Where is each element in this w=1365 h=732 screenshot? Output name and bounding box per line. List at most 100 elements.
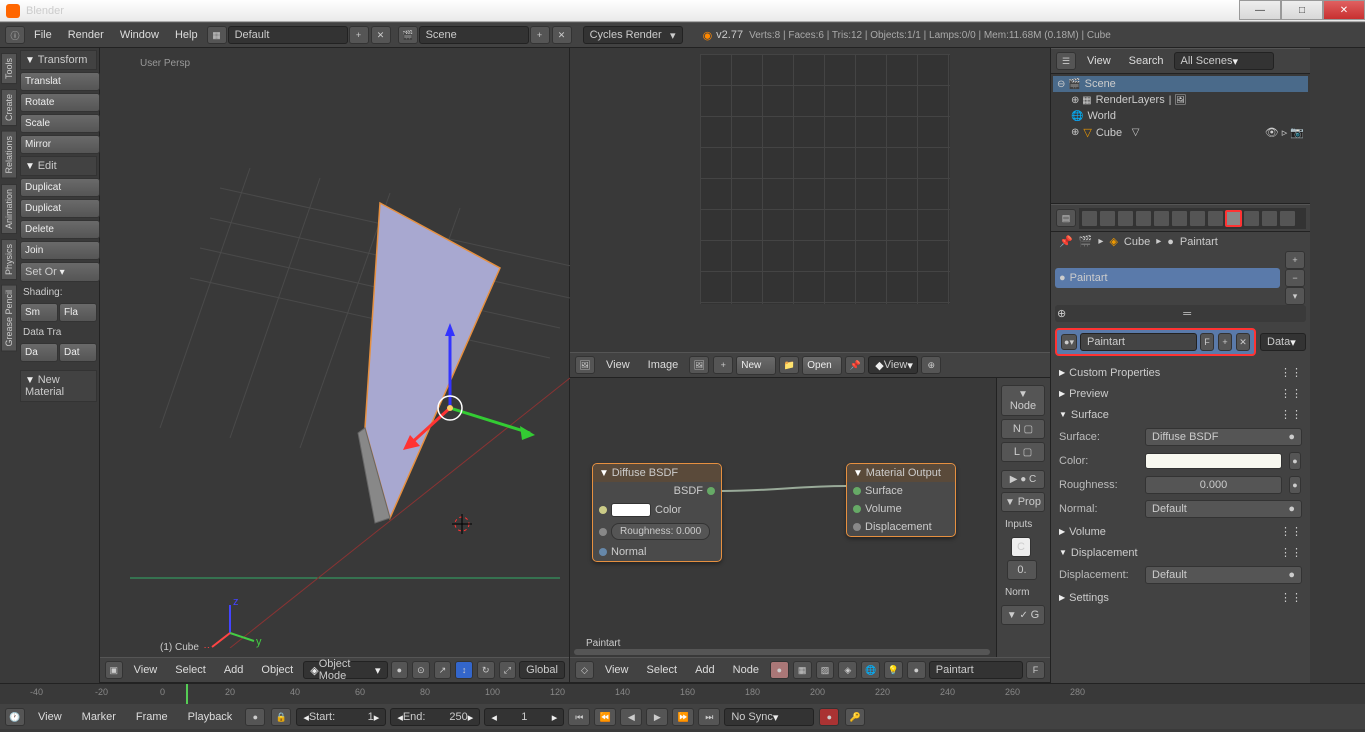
surface-socket-icon[interactable] — [853, 487, 861, 495]
texture-tree-icon[interactable]: ▨ — [816, 661, 835, 679]
sync-mode-selector[interactable]: No Sync ▾ — [724, 708, 814, 726]
editor-type-icon[interactable]: ⓘ — [5, 26, 25, 44]
shade-smooth-button[interactable]: Sm — [20, 303, 58, 322]
editor-type-outliner-icon[interactable]: ☰ — [1056, 52, 1076, 70]
world-data-icon[interactable]: 🌐 — [861, 661, 880, 679]
outliner-scene-row[interactable]: ⊖ 🎬 Scene — [1053, 76, 1308, 92]
transform-header[interactable]: ▼ Transform — [20, 50, 97, 70]
compositor-tree-icon[interactable]: ▦ — [793, 661, 812, 679]
image-new-icon[interactable]: + — [713, 356, 733, 374]
menu-render[interactable]: Render — [60, 26, 112, 44]
shade-flat-button[interactable]: Fla — [59, 303, 97, 322]
node-select-menu[interactable]: Select — [638, 661, 685, 679]
set-origin-button[interactable]: Set Or ▾ — [20, 262, 100, 282]
material-output-node[interactable]: ▼ Material Output Surface Volume Displac… — [846, 463, 956, 537]
new-image-button[interactable]: New — [736, 356, 776, 375]
data-tab-icon[interactable] — [1207, 210, 1224, 227]
auto-keyframe-icon[interactable]: ● — [245, 708, 265, 726]
node-name-field[interactable]: N ▢ — [1001, 419, 1045, 439]
tab-tools[interactable]: Tools — [1, 53, 17, 84]
tab-animation[interactable]: Animation — [1, 184, 17, 234]
uv-view-menu[interactable]: View — [598, 356, 638, 374]
editor-type-uv-icon[interactable]: 🖼 — [575, 356, 595, 374]
material-browse-icon[interactable]: ● — [907, 661, 926, 679]
scene-tab-icon[interactable] — [1117, 210, 1134, 227]
keying-set-icon[interactable]: 🔑 — [845, 708, 865, 726]
node-panel-header[interactable]: ▼ Node — [1001, 385, 1045, 416]
layout-add-icon[interactable]: + — [349, 26, 369, 44]
mirror-button[interactable]: Mirror — [20, 135, 100, 154]
cube-crumb[interactable]: Cube — [1124, 236, 1150, 248]
roughness-input[interactable]: 0. — [1007, 560, 1037, 580]
pivot-icon[interactable]: ⊙ — [412, 661, 430, 679]
outliner[interactable]: ⊖ 🎬 Scene ⊕ ▦ RenderLayers | 🖼 🌐 World ⊕… — [1051, 74, 1310, 204]
color-input-swatch[interactable]: C — [1011, 537, 1031, 557]
node-view-menu[interactable]: View — [597, 661, 637, 679]
material-tab-icon[interactable] — [1225, 210, 1242, 227]
outliner-search[interactable]: Search — [1121, 52, 1172, 70]
manip-translate-icon[interactable]: ↕ — [455, 661, 473, 679]
translate-button[interactable]: Translat — [20, 72, 100, 91]
tl-view-menu[interactable]: View — [30, 708, 70, 726]
node-editor[interactable]: ▼ Diffuse BSDF BSDF Color Roughness: 0.0… — [570, 378, 1050, 683]
lamp-data-icon[interactable]: 💡 — [884, 661, 903, 679]
world-tab-icon[interactable] — [1135, 210, 1152, 227]
uv-snap-icon[interactable]: ⊕ — [921, 356, 941, 374]
duplicate-linked-button[interactable]: Duplicat — [20, 199, 100, 218]
uv-mode-selector[interactable]: ◆ View ▾ — [868, 356, 918, 374]
timeline-ruler[interactable]: -40-200204060801001201401601802002202402… — [0, 684, 1365, 704]
layout-selector[interactable]: Default — [228, 26, 348, 44]
data-layout-button[interactable]: Dat — [59, 343, 97, 362]
material-slot[interactable]: ● Paintart — [1055, 268, 1280, 288]
slot-remove-icon[interactable]: − — [1285, 269, 1305, 287]
material-browse-dropdown[interactable]: ●▾ — [1061, 334, 1077, 350]
manip-scale-icon[interactable]: ⤢ — [499, 661, 517, 679]
play-reverse-icon[interactable]: ◀ — [620, 708, 642, 726]
roughness-value[interactable]: 0.000 — [1145, 476, 1282, 494]
normal-socket-icon[interactable] — [599, 548, 607, 556]
slot-add-icon[interactable]: + — [1285, 251, 1305, 269]
play-icon[interactable]: ▶ — [646, 708, 668, 726]
close-button[interactable]: ✕ — [1323, 0, 1365, 20]
bsdf-socket-icon[interactable] — [707, 487, 715, 495]
color-panel-btn[interactable]: ▶ ● C — [1001, 470, 1045, 489]
menu-window[interactable]: Window — [112, 26, 167, 44]
editor-type-props-icon[interactable]: ▤ — [1056, 209, 1076, 227]
properties-panel-header[interactable]: ▼ Prop — [1001, 492, 1045, 512]
maximize-button[interactable]: □ — [1281, 0, 1323, 20]
roughness-value[interactable]: Roughness: 0.000 — [611, 523, 710, 540]
settings-section-header[interactable]: Settings⋮⋮ — [1051, 587, 1310, 608]
outliner-world-row[interactable]: 🌐 World — [1053, 108, 1308, 124]
jump-start-icon[interactable]: ⏮ — [568, 708, 590, 726]
surface-section-header[interactable]: Surface⋮⋮ — [1051, 404, 1310, 425]
pin-icon[interactable]: 📌 — [1059, 235, 1073, 248]
3d-viewport[interactable]: User Persp z y — [100, 48, 570, 683]
operator-panel[interactable]: ▼ New Material — [20, 370, 97, 402]
manipulator-icon[interactable]: ↗ — [434, 661, 452, 679]
render-tab-icon[interactable] — [1081, 210, 1098, 227]
volume-socket-icon[interactable] — [853, 505, 861, 513]
displacement-section-header[interactable]: Displacement⋮⋮ — [1051, 542, 1310, 563]
lock-icon[interactable]: 🔒 — [271, 708, 291, 726]
displacement-socket-icon[interactable] — [853, 523, 861, 531]
delete-button[interactable]: Delete — [20, 220, 100, 239]
data-button[interactable]: Da — [20, 343, 58, 362]
mode-selector[interactable]: ◈ Object Mode ▾ — [303, 661, 387, 679]
diffuse-node-header[interactable]: ▼ Diffuse BSDF — [593, 464, 721, 482]
link-data-selector[interactable]: Data ▾ — [1260, 333, 1306, 351]
folder-icon[interactable]: 📁 — [779, 356, 799, 374]
outliner-view-menu[interactable]: View — [1079, 52, 1119, 70]
particles-tab-icon[interactable] — [1261, 210, 1278, 227]
fake-user-f[interactable]: F — [1200, 333, 1214, 351]
rotate-button[interactable]: Rotate — [20, 93, 100, 112]
physics-tab-icon[interactable] — [1279, 210, 1296, 227]
object-data-icon[interactable]: ◈ — [838, 661, 857, 679]
3d-object-menu[interactable]: Object — [253, 661, 301, 679]
fake-user-button[interactable]: F — [1026, 661, 1045, 679]
uv-image-editor[interactable]: 🖼 View Image 🖼 + New 📁 Open 📌 ◆ View ▾ ⊕ — [570, 48, 1050, 378]
open-image-button[interactable]: Open — [802, 356, 842, 375]
uv-image-menu[interactable]: Image — [640, 356, 687, 374]
image-browse-icon[interactable]: 🖼 — [689, 356, 709, 374]
current-frame-field[interactable]: ◂ 1 ▸ — [484, 708, 564, 726]
node-material-field[interactable]: Paintart — [929, 661, 1023, 679]
